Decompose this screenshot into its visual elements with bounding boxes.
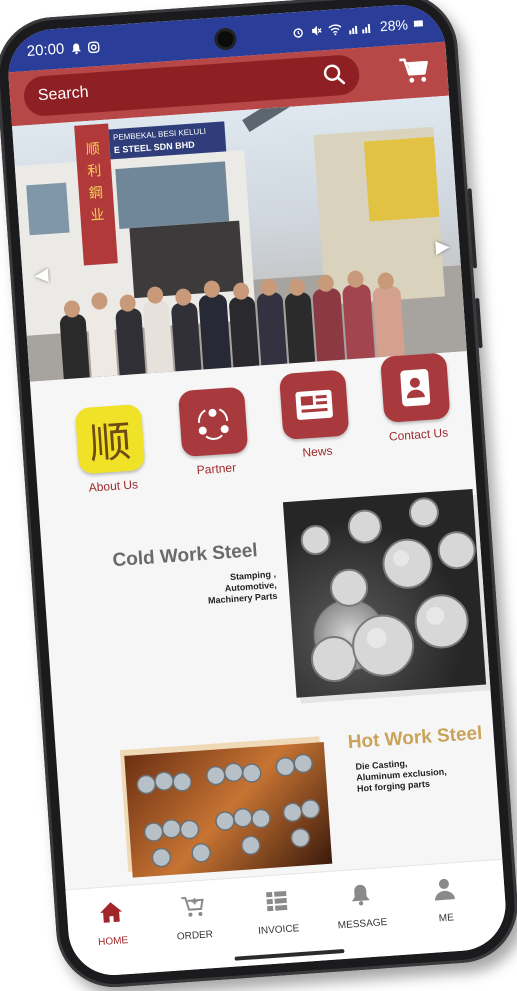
battery-icon xyxy=(413,20,424,27)
cold-work-steel-image xyxy=(282,488,487,698)
partner-icon xyxy=(177,386,249,458)
hero-building-yellow xyxy=(363,136,440,222)
menu-item-contact-us[interactable]: Contact Us xyxy=(367,352,465,445)
phone-mockup: 20:00 28% Search 顺 利 鋼 业 PEMBEKAL BESI K… xyxy=(0,0,517,991)
menu-label-partner: Partner xyxy=(196,460,237,478)
nav-label-invoice: INVOICE xyxy=(257,923,300,937)
nav-item-message[interactable]: MESSAGE xyxy=(320,881,403,932)
nav-label-message: MESSAGE xyxy=(337,916,388,932)
person-icon xyxy=(435,878,456,901)
shun-logo-icon: 顺 xyxy=(74,403,146,475)
cold-work-subtitle: Stamping , Automotive, Machinery Parts xyxy=(207,568,278,606)
hot-work-title: Hot Work Steel xyxy=(347,722,484,754)
hot-work-subtitle: Die Casting, Aluminum exclusion, Hot for… xyxy=(355,758,447,794)
menu-item-about-us[interactable]: 顺 About Us xyxy=(62,403,160,496)
status-left: 20:00 xyxy=(26,38,100,60)
steel-bars-illustration xyxy=(300,497,476,683)
nav-label-home: HOME xyxy=(97,935,129,949)
hero-prev-arrow-icon[interactable]: ◀ xyxy=(34,264,49,286)
cold-work-title: Cold Work Steel xyxy=(111,540,259,572)
notification-bell-icon xyxy=(71,43,81,54)
nav-item-home[interactable]: HOME xyxy=(70,898,153,949)
menu-item-news[interactable]: News xyxy=(266,369,364,462)
contact-icon xyxy=(380,352,451,423)
hot-work-steel-image xyxy=(124,741,333,878)
nav-item-me[interactable]: ME xyxy=(404,875,487,926)
news-icon xyxy=(278,369,350,441)
bell-icon xyxy=(351,884,370,906)
front-camera xyxy=(216,30,235,48)
hero-windows-left xyxy=(26,182,70,236)
cart-icon[interactable] xyxy=(398,55,430,85)
nav-item-order[interactable]: ORDER xyxy=(152,893,235,944)
hot-work-steel-card[interactable]: Hot Work Steel Die Casting, Aluminum exc… xyxy=(54,690,503,890)
menu-item-partner[interactable]: Partner xyxy=(165,386,263,479)
nav-label-order: ORDER xyxy=(176,929,214,943)
menu-label-news: News xyxy=(302,443,333,460)
cold-work-steel-card[interactable]: Cold Work Steel Stamping , Automotive, M… xyxy=(38,471,490,721)
add-cart-icon xyxy=(181,896,204,917)
status-right: 28% xyxy=(292,15,425,40)
menu-label-contact-us: Contact Us xyxy=(388,425,449,444)
home-indicator[interactable] xyxy=(234,949,345,961)
battery-percent: 28% xyxy=(379,16,409,35)
hero-windows-center xyxy=(115,161,230,229)
wifi-icon xyxy=(328,24,342,36)
hot-bars-illustration xyxy=(136,753,321,868)
mute-icon xyxy=(311,25,322,36)
nav-label-me: ME xyxy=(438,912,455,925)
instagram-icon xyxy=(87,41,100,53)
nav-item-invoice[interactable]: INVOICE xyxy=(236,887,319,938)
search-icon[interactable] xyxy=(322,63,346,86)
hero-next-arrow-icon[interactable]: ▶ xyxy=(435,236,450,258)
invoice-icon xyxy=(266,890,288,912)
search-placeholder: Search xyxy=(37,83,90,105)
app-screen: 20:00 28% Search 顺 利 鋼 业 PEMBEKAL BESI K… xyxy=(5,1,509,979)
alarm-icon xyxy=(293,28,303,38)
hero-banner[interactable]: 顺 利 鋼 业 PEMBEKAL BESI KELULI E STEEL SDN… xyxy=(12,95,467,382)
home-icon xyxy=(100,902,123,923)
signal-icon xyxy=(349,24,371,35)
status-time: 20:00 xyxy=(26,40,65,60)
